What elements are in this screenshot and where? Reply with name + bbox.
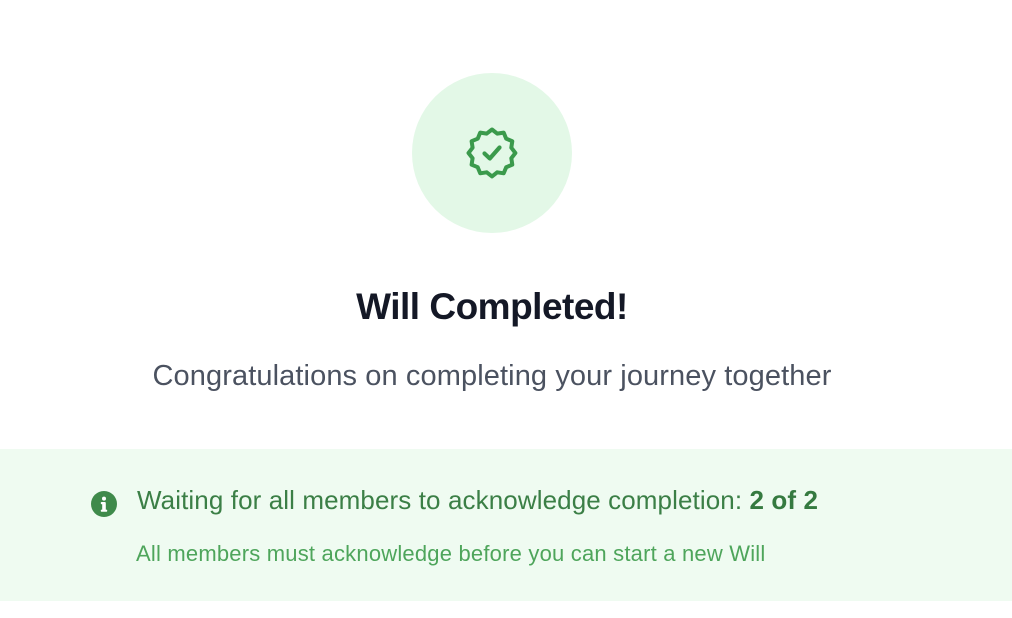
acknowledgement-count: 2 of 2 <box>749 485 819 515</box>
info-icon <box>91 491 117 517</box>
acknowledgement-message: Waiting for all members to acknowledge c… <box>137 485 743 515</box>
completion-title: Will Completed! <box>356 286 628 327</box>
acknowledgement-note: All members must acknowledge before you … <box>136 541 766 566</box>
completion-subtitle: Congratulations on completing your journ… <box>152 360 832 392</box>
acknowledgement-notice <box>0 449 1012 601</box>
acknowledgement-status: Waiting for all members to acknowledge c… <box>137 485 818 516</box>
badge-check-icon <box>466 127 518 179</box>
will-completed-screen: Will Completed! Congratulations on compl… <box>0 0 1012 618</box>
completion-badge <box>412 73 572 233</box>
